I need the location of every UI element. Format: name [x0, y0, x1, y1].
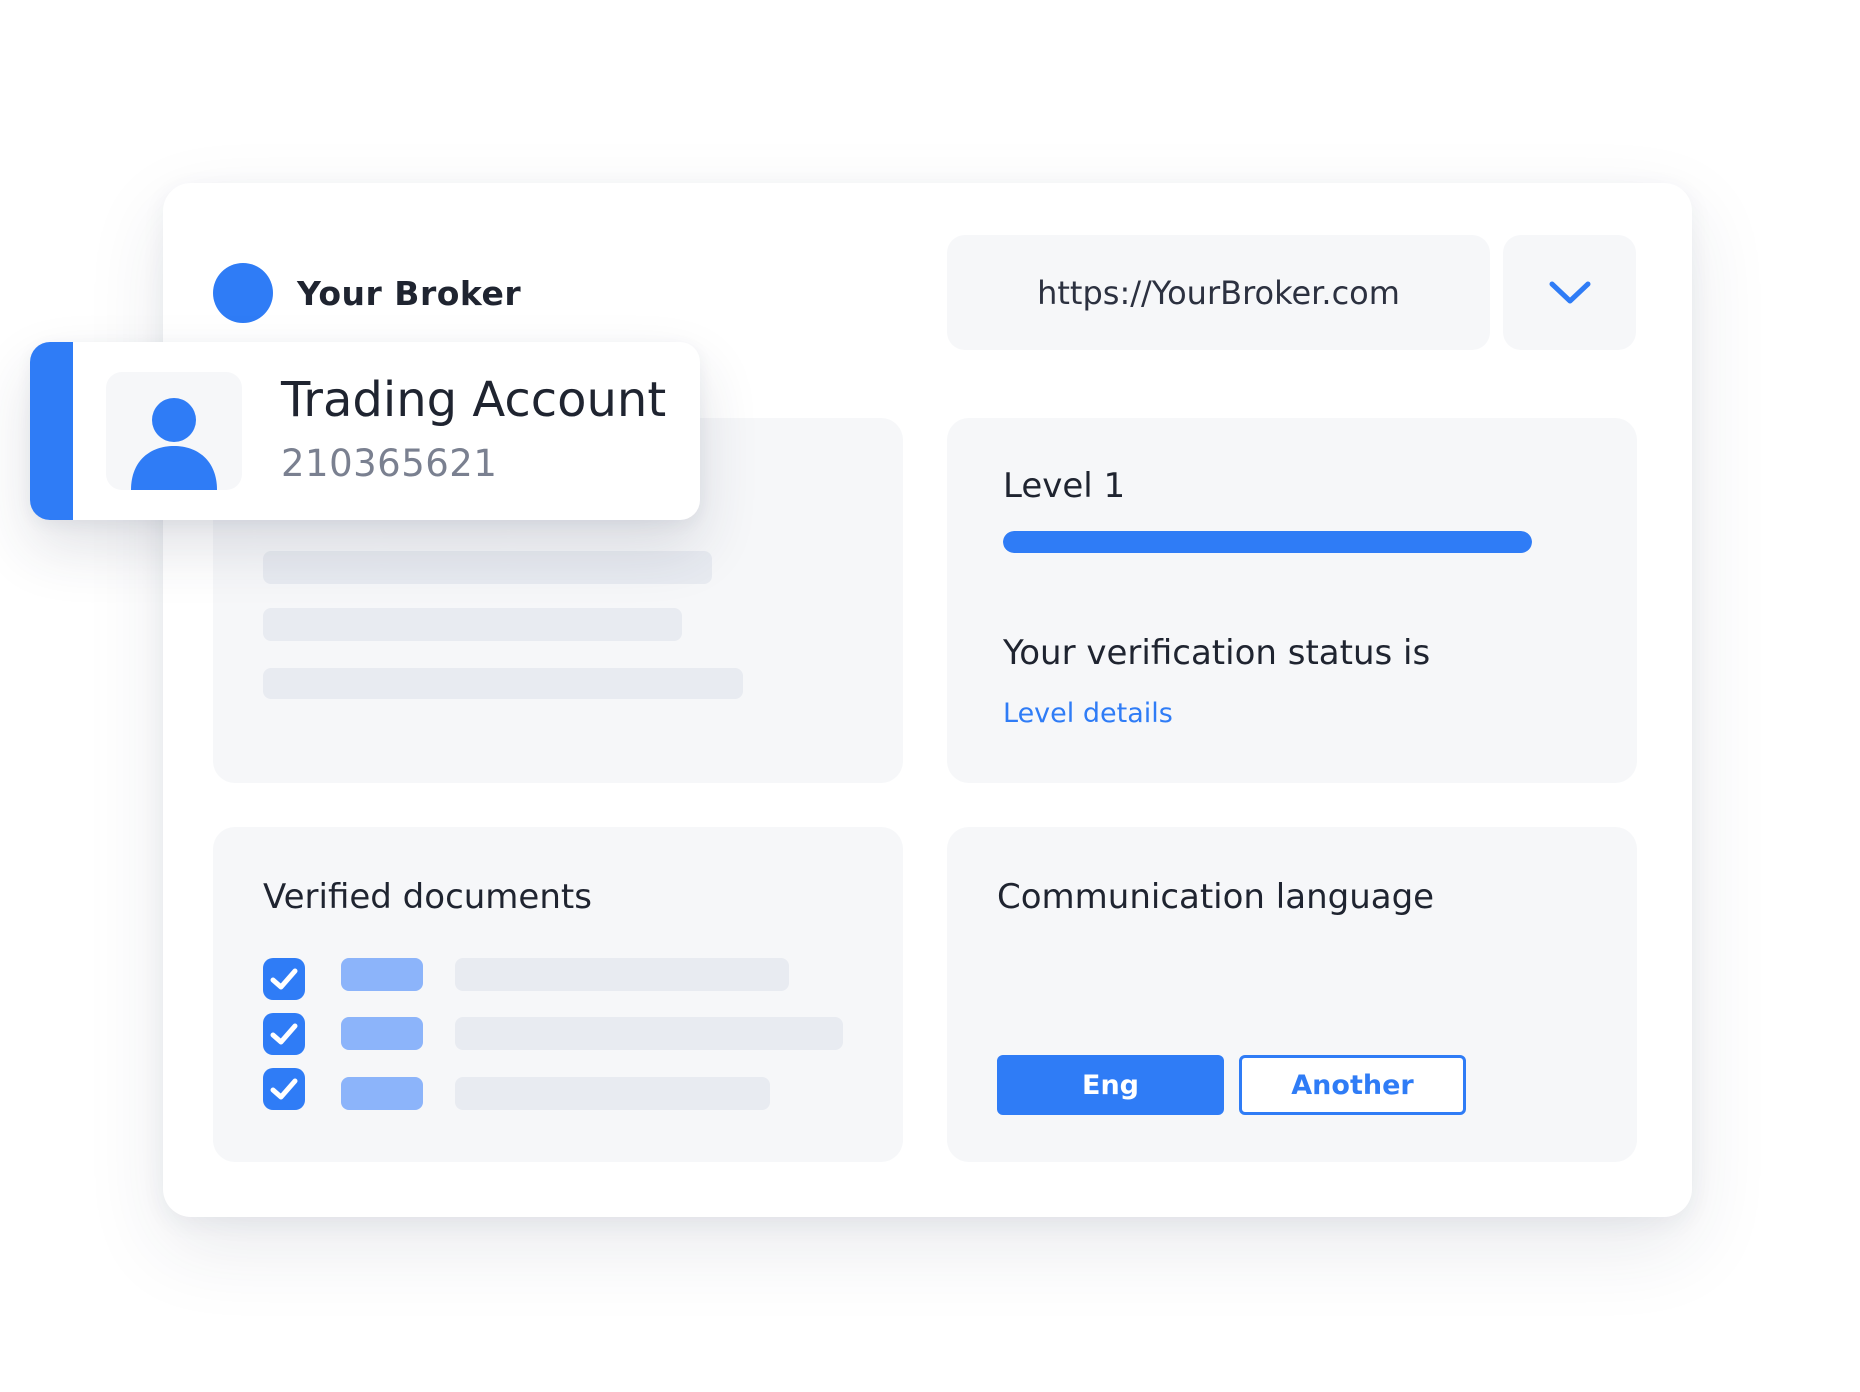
verification-level-label: Level 1	[1003, 466, 1126, 506]
document-type-chip	[341, 958, 423, 991]
document-name-placeholder	[455, 1017, 843, 1050]
chevron-down-icon	[1549, 281, 1590, 303]
verification-status-text: Your verification status is	[1003, 633, 1431, 673]
verified-documents-title: Verified documents	[263, 877, 592, 917]
checkmark-icon	[270, 1023, 298, 1045]
level-details-link[interactable]: Level details	[1003, 698, 1173, 729]
brand-header: Your Broker	[213, 263, 521, 323]
url-field[interactable]: https://YourBroker.com	[947, 235, 1490, 350]
checkmark-icon	[270, 1078, 298, 1100]
avatar	[106, 372, 242, 490]
language-option-another-button[interactable]: Another	[1239, 1055, 1466, 1115]
document-name-placeholder	[455, 1077, 770, 1110]
brand-logo-icon	[213, 263, 273, 323]
communication-language-title: Communication language	[997, 877, 1435, 917]
language-option-eng-button[interactable]: Eng	[997, 1055, 1224, 1115]
skeleton-line	[263, 551, 712, 584]
skeleton-line	[263, 608, 682, 641]
url-dropdown-button[interactable]	[1503, 235, 1636, 350]
page: Your Broker https://YourBroker.com Level…	[0, 0, 1860, 1392]
document-checkbox[interactable]	[263, 1013, 305, 1055]
verification-progress-bar	[1003, 531, 1532, 553]
user-icon	[131, 398, 217, 490]
document-checkbox[interactable]	[263, 958, 305, 1000]
verification-progress-fill	[1003, 531, 1532, 553]
document-type-chip	[341, 1077, 423, 1110]
document-checkbox[interactable]	[263, 1068, 305, 1110]
account-card-accent-stripe	[30, 342, 73, 520]
checkmark-icon	[270, 968, 298, 990]
document-name-placeholder	[455, 958, 789, 991]
document-type-chip	[341, 1017, 423, 1050]
trading-account-card[interactable]: Trading Account 210365621	[30, 342, 700, 520]
account-number: 210365621	[281, 442, 498, 485]
account-type-title: Trading Account	[281, 372, 667, 428]
skeleton-line	[263, 668, 743, 699]
brand-name: Your Broker	[297, 273, 522, 313]
url-text: https://YourBroker.com	[1037, 273, 1400, 312]
